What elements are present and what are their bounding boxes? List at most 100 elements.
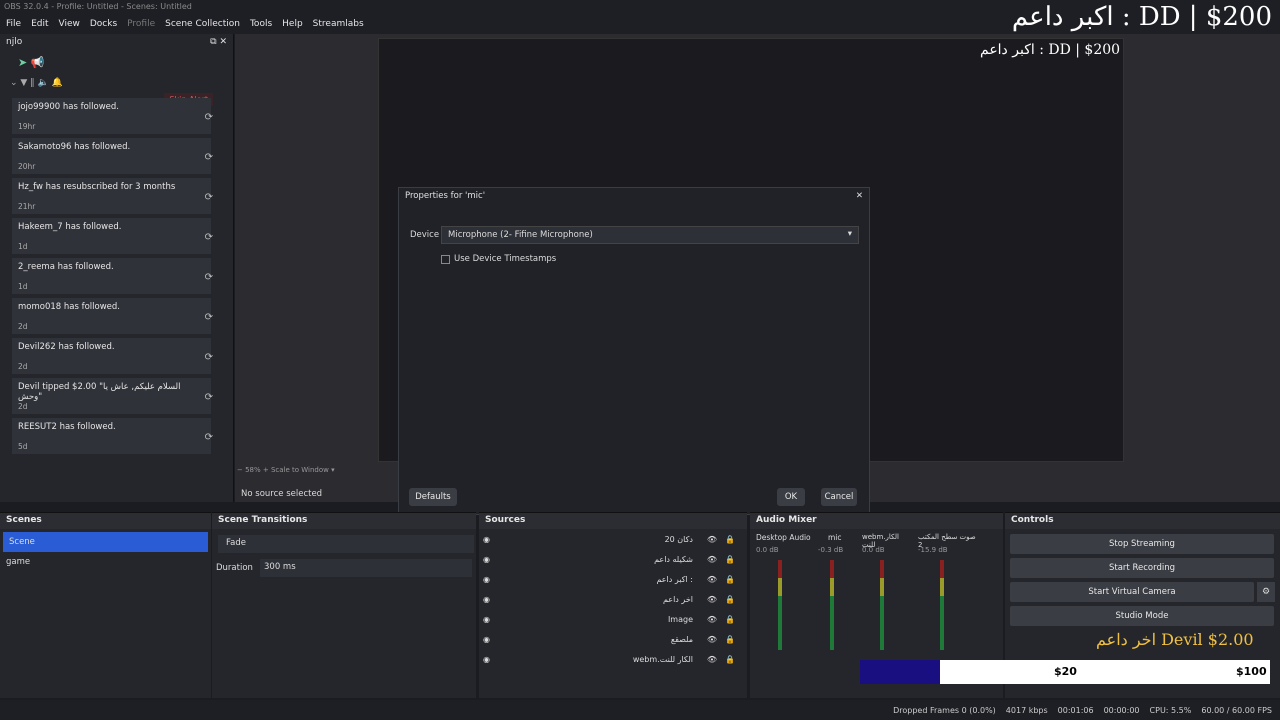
list-item: REESUT2 has followed. 5d ⟳ <box>12 418 213 454</box>
list-item: jojo99900 has followed. 19hr ⟳ <box>12 98 213 134</box>
eye-icon[interactable]: 👁 <box>707 555 717 564</box>
alert-message: Hakeem_7 has followed. <box>18 222 122 232</box>
timestamps-checkbox[interactable] <box>441 255 450 264</box>
mixer-channel-db: -0.3 dB <box>818 546 844 554</box>
dock-title: njlo <box>6 37 23 47</box>
scene-item[interactable]: game <box>0 552 211 572</box>
studio-mode-button[interactable]: Studio Mode <box>1010 606 1274 626</box>
scenes-title: Scenes <box>0 513 211 529</box>
menu-docks[interactable]: Docks <box>90 19 117 29</box>
replay-icon[interactable]: ⟳ <box>205 232 213 243</box>
source-item[interactable]: ◉ اخر داعم 👁 🔒 <box>479 589 747 609</box>
alert-message: REESUT2 has followed. <box>18 422 116 432</box>
dropped-frames: Dropped Frames 0 (0.0%) <box>893 705 996 715</box>
stop-streaming-button[interactable]: Stop Streaming <box>1010 534 1274 554</box>
list-item: Devil tipped $2.00 "السلام عليكم, عاش يا… <box>12 378 213 414</box>
menu-help[interactable]: Help <box>282 19 303 29</box>
duration-label: Duration <box>216 563 253 573</box>
eye-icon[interactable]: 👁 <box>707 535 717 544</box>
source-name: اكبر داعم : <box>656 574 693 584</box>
lock-icon[interactable]: 🔒 <box>725 535 735 544</box>
replay-icon[interactable]: ⟳ <box>205 352 213 363</box>
menu-file[interactable]: File <box>6 19 21 29</box>
mixer-channel-db: 0.0 dB <box>862 546 885 554</box>
alert-message: Hz_fw has resubscribed for 3 months <box>18 182 176 192</box>
source-item[interactable]: ◉ دكان 20 👁 🔒 <box>479 529 747 549</box>
source-name: شكيله داعم <box>654 554 693 564</box>
replay-icon[interactable]: ⟳ <box>205 192 213 203</box>
mixer-title: Audio Mixer <box>750 513 1003 529</box>
alert-message: momo018 has followed. <box>18 302 121 312</box>
menu-profile[interactable]: Profile <box>127 19 155 29</box>
replay-icon[interactable]: ⟳ <box>205 272 213 283</box>
send-icon[interactable]: ➤ 📢 <box>0 52 233 76</box>
lock-icon[interactable]: 🔒 <box>725 555 735 564</box>
replay-icon[interactable]: ⟳ <box>205 312 213 323</box>
replay-icon[interactable]: ⟳ <box>205 152 213 163</box>
close-icon[interactable]: ✕ <box>856 191 863 203</box>
eye-icon[interactable]: 👁 <box>707 615 717 624</box>
source-item[interactable]: ◉ اكبر داعم : 👁 🔒 <box>479 569 747 589</box>
scenes-dock: Scenes Scene game <box>0 512 211 698</box>
source-name: دكان 20 <box>664 534 693 544</box>
replay-icon[interactable]: ⟳ <box>205 392 213 403</box>
close-icon[interactable]: ⧉ ✕ <box>210 37 227 49</box>
sources-list: ◉ دكان 20 👁 🔒 ◉ شكيله داعم 👁 🔒 ◉ اكبر داعم : 👁 🔒 ◉ اخ… <box>479 529 747 669</box>
transitions-title: Scene Transitions <box>212 513 476 529</box>
replay-icon[interactable]: ⟳ <box>205 112 213 123</box>
source-type-icon: ◉ <box>483 534 490 544</box>
device-select-value: Microphone (2- Fifine Microphone) <box>448 230 593 240</box>
lock-icon[interactable]: 🔒 <box>725 615 735 624</box>
audio-meter <box>940 560 944 650</box>
menu-streamlabs[interactable]: Streamlabs <box>313 19 364 29</box>
eye-icon[interactable]: 👁 <box>707 635 717 644</box>
replay-icon[interactable]: ⟳ <box>205 432 213 443</box>
source-type-icon: ◉ <box>483 554 490 564</box>
source-type-icon: ◉ <box>483 654 490 664</box>
lock-icon[interactable]: 🔒 <box>725 635 735 644</box>
device-select[interactable]: Microphone (2- Fifine Microphone) ▾ <box>441 226 859 244</box>
ok-button[interactable]: OK <box>777 488 805 506</box>
list-item: 2_reema has followed. 1d ⟳ <box>12 258 213 294</box>
alert-message: Devil tipped $2.00 "السلام عليكم, عاش يا… <box>18 382 181 402</box>
alert-message: 2_reema has followed. <box>18 262 114 272</box>
scene-item[interactable]: Scene <box>3 532 208 552</box>
transitions-dock: Scene Transitions Fade Duration 300 ms <box>212 512 476 698</box>
eye-icon[interactable]: 👁 <box>707 655 717 664</box>
source-item[interactable]: ◉ webm.الكار للنت 👁 🔒 <box>479 649 747 669</box>
source-item[interactable]: ◉ Image 👁 🔒 <box>479 609 747 629</box>
dialog-title: Properties for 'mic' <box>405 191 486 201</box>
eye-icon[interactable]: 👁 <box>707 595 717 604</box>
source-type-icon: ◉ <box>483 574 490 584</box>
menu-tools[interactable]: Tools <box>250 19 272 29</box>
menu-view[interactable]: View <box>59 19 80 29</box>
zoom-bar: − 58% + Scale to Window ▾ <box>237 466 335 474</box>
menu-edit[interactable]: Edit <box>31 19 48 29</box>
lock-icon[interactable]: 🔒 <box>725 655 735 664</box>
menu-scene-collection[interactable]: Scene Collection <box>165 19 240 29</box>
audio-meter <box>830 560 834 650</box>
gear-icon[interactable]: ⚙ <box>1257 582 1275 602</box>
cpu-usage: CPU: 5.5% <box>1149 705 1192 715</box>
start-virtual-camera-button[interactable]: Start Virtual Camera <box>1010 582 1254 602</box>
start-recording-button[interactable]: Start Recording <box>1010 558 1274 578</box>
mixer-channel-db: -15.9 dB <box>918 546 948 554</box>
source-item[interactable]: ◉ شكيله داعم 👁 🔒 <box>479 549 747 569</box>
eye-icon[interactable]: 👁 <box>707 575 717 584</box>
alert-time: 2d <box>18 322 28 331</box>
lock-icon[interactable]: 🔒 <box>725 595 735 604</box>
lock-icon[interactable]: 🔒 <box>725 575 735 584</box>
list-item: Devil262 has followed. 2d ⟳ <box>12 338 213 374</box>
mixer-channel-name: Desktop Audio <box>756 533 811 542</box>
bitrate: 4017 kbps <box>1005 705 1048 715</box>
alert-time: 5d <box>18 442 28 451</box>
transition-select[interactable]: Fade <box>218 535 474 553</box>
source-item[interactable]: ◉ ملصقع 👁 🔒 <box>479 629 747 649</box>
no-source-label: No source selected <box>241 489 323 499</box>
cancel-button[interactable]: Cancel <box>821 488 857 506</box>
duration-input[interactable]: 300 ms <box>260 559 472 577</box>
defaults-button[interactable]: Defaults <box>409 488 457 506</box>
list-item: Hakeem_7 has followed. 1d ⟳ <box>12 218 213 254</box>
fps: 60.00 / 60.00 FPS <box>1201 705 1272 715</box>
megaphone-icon[interactable]: 📢 <box>31 56 45 69</box>
